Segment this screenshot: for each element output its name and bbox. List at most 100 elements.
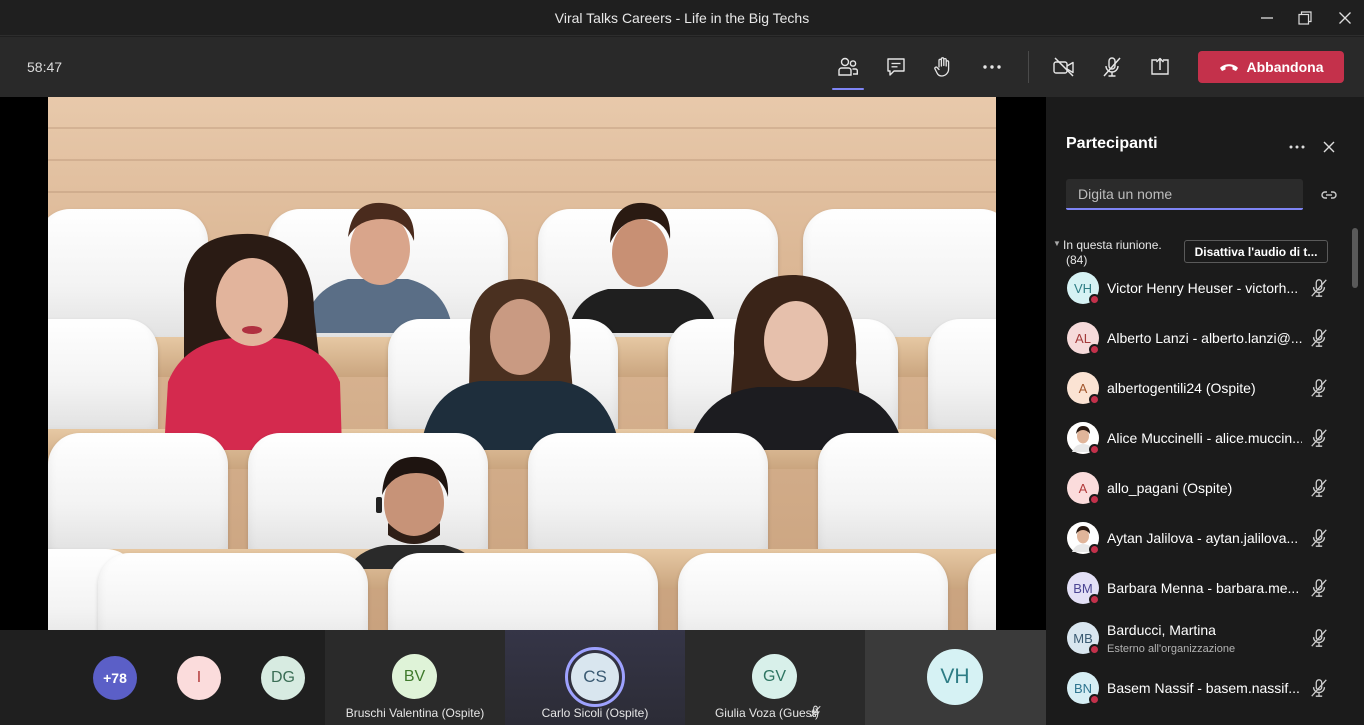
hang-up-icon xyxy=(1219,64,1238,71)
avatar: I xyxy=(177,656,221,700)
title-bar: Viral Talks Careers - Life in the Big Te… xyxy=(0,0,1364,36)
status-badge xyxy=(1089,544,1100,555)
avatar: CS xyxy=(571,653,619,701)
participant-name: Barducci, Martina xyxy=(1107,622,1216,638)
panel-scrollbar[interactable] xyxy=(1352,228,1358,288)
link-icon xyxy=(1321,191,1337,199)
close-icon xyxy=(1339,12,1351,24)
mic-off-icon xyxy=(1103,57,1121,77)
overflow-count: +78 xyxy=(93,656,137,700)
participant-mic-status xyxy=(1309,378,1329,398)
panel-close-button[interactable] xyxy=(1317,135,1341,159)
participants-panel: Partecipanti ▼In questa riunione. (84) D… xyxy=(1046,97,1364,725)
participant-row[interactable]: VH Victor Henry Heuser - victorh... xyxy=(1046,263,1354,313)
mic-off-icon xyxy=(810,705,821,718)
participant-row[interactable]: Aalbertogentili24 (Ospite) xyxy=(1046,363,1354,413)
status-badge xyxy=(1089,394,1100,405)
participant-mic-status xyxy=(1309,578,1329,598)
restore-button[interactable] xyxy=(1292,6,1318,30)
participants-button[interactable] xyxy=(831,51,865,90)
participant-mic-status xyxy=(1309,678,1329,698)
more-icon xyxy=(983,65,1001,69)
panel-more-button[interactable] xyxy=(1285,135,1309,159)
mute-all-button[interactable]: Disattiva l'audio di t... xyxy=(1184,240,1328,263)
avatar: DG xyxy=(261,656,305,700)
participant-row[interactable]: Aallo_pagani (Ospite) xyxy=(1046,463,1354,513)
raise-hand-icon xyxy=(934,57,950,77)
participant-tile[interactable]: DG xyxy=(253,630,313,725)
mic-off-icon xyxy=(1311,629,1327,647)
share-screen-icon xyxy=(1151,57,1169,75)
participant-name: allo_pagani (Ospite) xyxy=(1107,480,1233,496)
more-icon xyxy=(1289,145,1305,149)
participant-mic-status xyxy=(1309,278,1329,298)
participant-row[interactable]: MB Barducci, Martina Esterno all'organizza… xyxy=(1046,613,1354,663)
participant-tile[interactable]: I xyxy=(169,630,229,725)
mic-off-icon xyxy=(1311,579,1327,597)
mic-off-icon xyxy=(1311,429,1327,447)
participant-name: Aytan Jalilova - aytan.jalilova... xyxy=(1107,530,1299,546)
panel-title: Partecipanti xyxy=(1066,135,1158,152)
camera-off-icon xyxy=(1053,57,1074,77)
microphone-toggle-button[interactable] xyxy=(1095,51,1129,83)
chevron-down-icon: ▼ xyxy=(1053,239,1061,248)
status-badge xyxy=(1089,494,1100,505)
raise-hand-button[interactable] xyxy=(926,51,960,83)
overflow-tile[interactable]: +78 xyxy=(85,630,145,725)
chat-icon xyxy=(887,58,905,76)
avatar: VH xyxy=(927,649,983,705)
participant-tile-self[interactable]: VH xyxy=(865,630,1046,725)
chat-button[interactable] xyxy=(879,51,913,83)
teams-meeting-window: Viral Talks Careers - Life in the Big Te… xyxy=(0,0,1364,725)
participant-name: Victor Henry Heuser - victorh... xyxy=(1107,280,1299,296)
minimize-button[interactable] xyxy=(1254,6,1280,30)
participant-video-5 xyxy=(688,273,904,450)
participant-row[interactable]: BM Barbara Menna - barbara.me... xyxy=(1046,563,1354,613)
participant-row[interactable]: Aytan Jalilova - aytan.jalilova... xyxy=(1046,513,1354,563)
status-badge xyxy=(1089,694,1100,705)
tile-name: Bruschi Valentina (Ospite) xyxy=(345,706,485,720)
mic-off-icon xyxy=(1311,679,1327,697)
minimize-icon xyxy=(1261,17,1273,19)
participant-video-3 xyxy=(164,232,342,450)
participant-tile-speaking[interactable]: CS Carlo Sicoli (Ospite) xyxy=(505,630,685,725)
participants-icon xyxy=(838,57,858,76)
participant-mic-status xyxy=(1309,478,1329,498)
participant-tile[interactable]: GV Giulia Voza (Guest) xyxy=(685,630,865,725)
avatar: BV xyxy=(392,654,437,699)
meeting-timer: 58:47 xyxy=(27,59,63,75)
tile-name: Carlo Sicoli (Ospite) xyxy=(541,706,649,720)
participant-search-input[interactable] xyxy=(1066,179,1303,210)
participant-mic-status xyxy=(1309,628,1329,648)
participant-name: Barbara Menna - barbara.me... xyxy=(1107,580,1300,596)
participant-row[interactable]: AL Alberto Lanzi - alberto.lanzi@... xyxy=(1046,313,1354,363)
participant-row[interactable]: BN Basem Nassif - basem.nassif... xyxy=(1046,663,1354,713)
window-title: Viral Talks Careers - Life in the Big Te… xyxy=(554,10,810,26)
mic-off-icon xyxy=(1311,279,1327,297)
status-badge xyxy=(1089,344,1100,355)
participant-name: albertogentili24 (Ospite) xyxy=(1107,380,1256,396)
camera-toggle-button[interactable] xyxy=(1047,51,1081,83)
close-window-button[interactable] xyxy=(1332,6,1358,30)
leave-meeting-label: Abbandona xyxy=(1246,59,1324,75)
mic-off-icon xyxy=(1311,329,1327,347)
participant-tile[interactable]: BV Bruschi Valentina (Ospite) xyxy=(325,630,505,725)
participant-name: Alice Muccinelli - alice.muccin... xyxy=(1107,430,1302,446)
status-badge xyxy=(1089,644,1100,655)
share-screen-button[interactable] xyxy=(1143,51,1177,83)
participant-mic-status xyxy=(1309,428,1329,448)
participant-mic-status xyxy=(1309,328,1329,348)
together-mode-scene xyxy=(48,97,996,630)
participant-row[interactable]: Alice Muccinelli - alice.muccin... xyxy=(1046,413,1354,463)
video-stage xyxy=(0,97,1046,630)
participant-mic-status xyxy=(1309,528,1329,548)
toolbar-separator xyxy=(1028,51,1029,83)
copy-invite-link-button[interactable] xyxy=(1317,183,1341,207)
leave-meeting-button[interactable]: Abbandona xyxy=(1198,51,1344,83)
restore-icon xyxy=(1298,11,1312,25)
more-actions-button[interactable] xyxy=(975,51,1009,83)
close-icon xyxy=(1323,141,1335,153)
avatar: GV xyxy=(752,654,797,699)
meeting-toolbar: 58:47 Abbandona xyxy=(0,37,1364,97)
participant-video-4 xyxy=(420,277,620,450)
